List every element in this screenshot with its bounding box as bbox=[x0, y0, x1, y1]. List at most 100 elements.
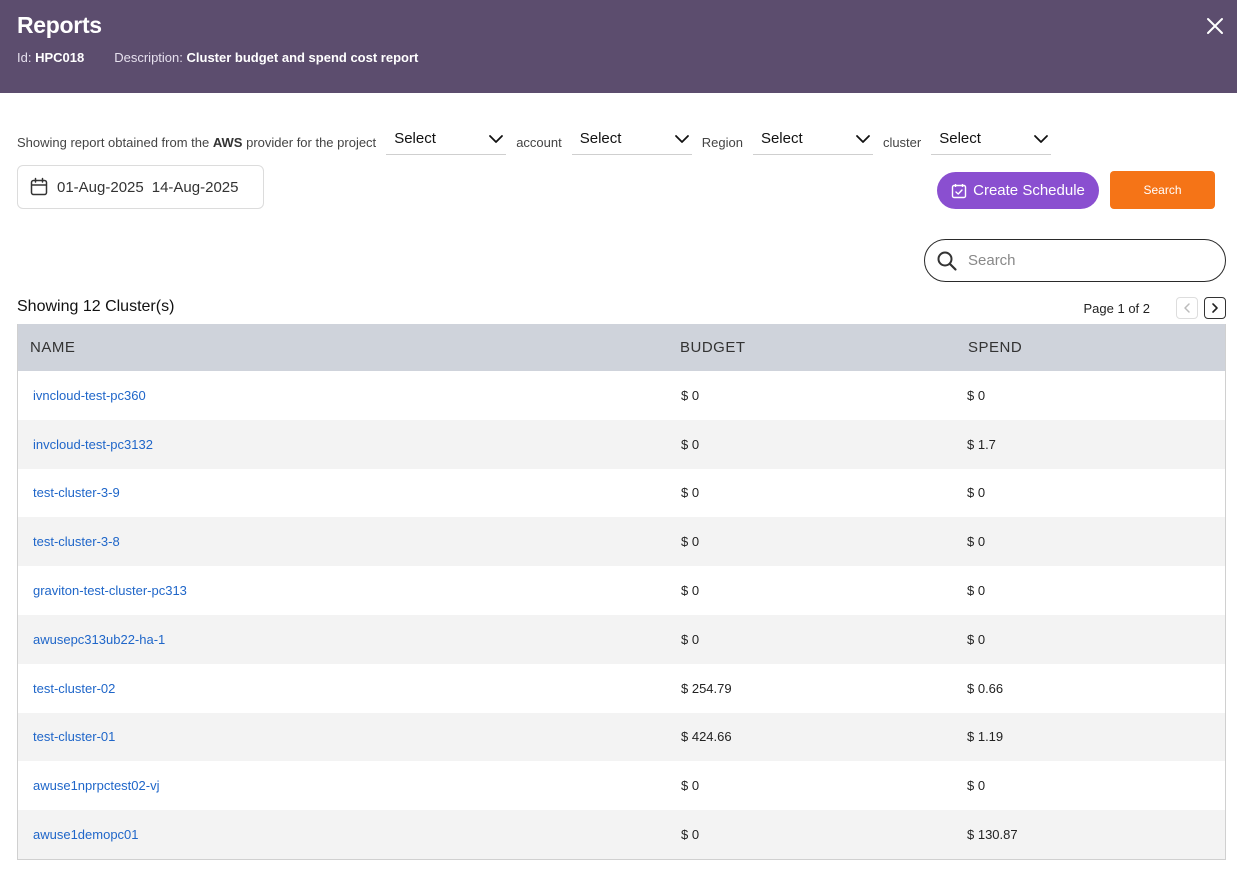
budget-cell: $ 0 bbox=[681, 436, 700, 452]
table-header: NAME BUDGET SPEND bbox=[18, 324, 1225, 371]
filter-prefix: Showing report obtained from the AWS pro… bbox=[17, 129, 376, 150]
cluster-label: cluster bbox=[882, 134, 922, 150]
cluster-name-link[interactable]: ivncloud-test-pc360 bbox=[33, 388, 146, 403]
budget-cell: $ 0 bbox=[681, 778, 700, 794]
spend-cell: $ 0 bbox=[967, 778, 986, 794]
pagination: Page 1 of 2 bbox=[1083, 297, 1226, 319]
region-select[interactable]: Select bbox=[752, 123, 873, 155]
cluster-name-link[interactable]: awuse1nprpctest02-vj bbox=[33, 778, 159, 793]
chevron-down-icon bbox=[1034, 135, 1049, 143]
provider-name: AWS bbox=[212, 134, 243, 150]
table-row: ivncloud-test-pc360 $ 0 $ 0 bbox=[18, 371, 1225, 420]
id-label: Id: bbox=[17, 50, 32, 65]
cluster-name-cell: ivncloud-test-pc360 bbox=[18, 388, 668, 403]
column-header-name[interactable]: NAME bbox=[18, 339, 668, 356]
table-row: awusepc313ub22-ha-1 $ 0 $ 0 bbox=[18, 614, 1225, 664]
budget-cell: $ 0 bbox=[681, 631, 700, 647]
region-select-value: Select bbox=[760, 130, 803, 147]
cluster-name-link[interactable]: test-cluster-3-9 bbox=[33, 485, 120, 500]
description-value: Cluster budget and spend cost report bbox=[186, 50, 419, 65]
budget-cell: $ 254.79 bbox=[681, 680, 732, 696]
cluster-name-cell: graviton-test-cluster-pc313 bbox=[18, 583, 668, 598]
chevron-down-icon bbox=[489, 135, 504, 143]
chevron-down-icon bbox=[856, 135, 870, 143]
table-row: awuse1nprpctest02-vj $ 0 $ 0 bbox=[18, 761, 1225, 810]
calendar-check-icon bbox=[951, 183, 967, 198]
spend-cell: $ 0 bbox=[967, 631, 986, 647]
chevron-left-icon bbox=[1184, 303, 1190, 313]
spend-cell: $ 1.7 bbox=[967, 436, 996, 452]
search-icon bbox=[937, 251, 957, 271]
cluster-name-cell: test-cluster-02 bbox=[18, 681, 668, 696]
date-range-picker[interactable]: 01-Aug-2025 14-Aug-2025 bbox=[17, 165, 264, 209]
search-input[interactable] bbox=[968, 252, 1208, 269]
cluster-name-cell: awusepc313ub22-ha-1 bbox=[18, 632, 668, 647]
spend-cell: $ 1.19 bbox=[967, 729, 1004, 745]
create-schedule-button[interactable]: Create Schedule bbox=[937, 172, 1099, 209]
cluster-name-link[interactable]: test-cluster-3-8 bbox=[33, 534, 120, 549]
spend-cell: $ 0 bbox=[967, 583, 986, 599]
project-select-value: Select bbox=[394, 130, 436, 147]
table-row: test-cluster-02 $ 254.79 $ 0.66 bbox=[18, 664, 1225, 713]
budget-cell: $ 0 bbox=[681, 583, 700, 599]
table-row: test-cluster-01 $ 424.66 $ 1.19 bbox=[18, 712, 1225, 762]
cluster-name-link[interactable]: test-cluster-02 bbox=[33, 681, 115, 696]
cluster-name-link[interactable]: invcloud-test-pc3132 bbox=[33, 437, 153, 452]
filter-prefix-text: Showing report obtained from the bbox=[17, 134, 210, 150]
create-schedule-label: Create Schedule bbox=[973, 182, 1085, 199]
region-label: Region bbox=[701, 134, 743, 150]
chevron-down-icon bbox=[674, 135, 689, 143]
table-row: invcloud-test-pc3132 $ 0 $ 1.7 bbox=[18, 419, 1225, 469]
column-header-budget[interactable]: BUDGET bbox=[668, 339, 956, 356]
filter-provider-suffix: provider for the project bbox=[246, 134, 377, 150]
cluster-name-cell: awuse1demopc01 bbox=[18, 827, 668, 842]
chevron-right-icon bbox=[1212, 303, 1218, 313]
search-button[interactable]: Search bbox=[1110, 171, 1215, 209]
cluster-name-link[interactable]: test-cluster-01 bbox=[33, 729, 115, 744]
report-description: Description: Cluster budget and spend co… bbox=[114, 50, 418, 65]
close-icon[interactable] bbox=[1203, 14, 1227, 38]
project-select[interactable]: Select bbox=[386, 123, 507, 155]
spend-cell: $ 0.66 bbox=[967, 680, 1004, 696]
cluster-name-cell: test-cluster-01 bbox=[18, 729, 668, 744]
filter-bar: Showing report obtained from the AWS pro… bbox=[17, 122, 1107, 156]
cluster-name-link[interactable]: awusepc313ub22-ha-1 bbox=[33, 632, 165, 647]
spend-cell: $ 130.87 bbox=[967, 827, 1018, 843]
table-row: test-cluster-3-9 $ 0 $ 0 bbox=[18, 469, 1225, 518]
budget-cell: $ 0 bbox=[681, 827, 700, 843]
table-body: ivncloud-test-pc360 $ 0 $ 0 invcloud-test-p… bbox=[18, 371, 1225, 859]
table-row: awuse1demopc01 $ 0 $ 130.87 bbox=[18, 810, 1225, 859]
cluster-select-value: Select bbox=[939, 130, 981, 147]
cluster-name-cell: test-cluster-3-9 bbox=[18, 485, 668, 500]
table-row: test-cluster-3-8 $ 0 $ 0 bbox=[18, 517, 1225, 567]
cluster-select[interactable]: Select bbox=[931, 123, 1052, 155]
budget-cell: $ 0 bbox=[681, 534, 700, 550]
column-header-spend[interactable]: SPEND bbox=[956, 339, 1225, 356]
calendar-icon bbox=[30, 177, 48, 196]
cluster-count: Showing 12 Cluster(s) bbox=[17, 298, 175, 315]
budget-cell: $ 0 bbox=[681, 387, 700, 403]
id-value: HPC018 bbox=[35, 50, 85, 65]
spend-cell: $ 0 bbox=[967, 387, 986, 403]
cluster-name-cell: invcloud-test-pc3132 bbox=[18, 437, 668, 452]
cluster-name-link[interactable]: graviton-test-cluster-pc313 bbox=[33, 583, 187, 598]
cluster-name-cell: awuse1nprpctest02-vj bbox=[18, 778, 668, 793]
date-end: 14-Aug-2025 bbox=[151, 178, 239, 196]
cluster-name-link[interactable]: awuse1demopc01 bbox=[33, 827, 139, 842]
prev-page-button[interactable] bbox=[1176, 297, 1198, 319]
budget-cell: $ 424.66 bbox=[681, 729, 732, 745]
account-select[interactable]: Select bbox=[571, 123, 692, 155]
spend-cell: $ 0 bbox=[967, 485, 986, 501]
date-start: 01-Aug-2025 bbox=[57, 178, 144, 196]
table-search[interactable] bbox=[924, 239, 1226, 282]
page-indicator: Page 1 of 2 bbox=[1083, 300, 1151, 316]
description-label: Description: bbox=[114, 50, 183, 65]
report-header: Reports Id: HPC018 Description: Cluster … bbox=[0, 0, 1237, 93]
report-meta: Id: HPC018 Description: Cluster budget a… bbox=[17, 50, 418, 65]
spend-cell: $ 0 bbox=[967, 534, 986, 550]
cluster-table: NAME BUDGET SPEND ivncloud-test-pc360 $ 0… bbox=[17, 324, 1226, 860]
report-id: Id: HPC018 bbox=[17, 50, 84, 65]
next-page-button[interactable] bbox=[1204, 297, 1226, 319]
page-title: Reports bbox=[17, 12, 102, 38]
table-row: graviton-test-cluster-pc313 $ 0 $ 0 bbox=[18, 566, 1225, 615]
